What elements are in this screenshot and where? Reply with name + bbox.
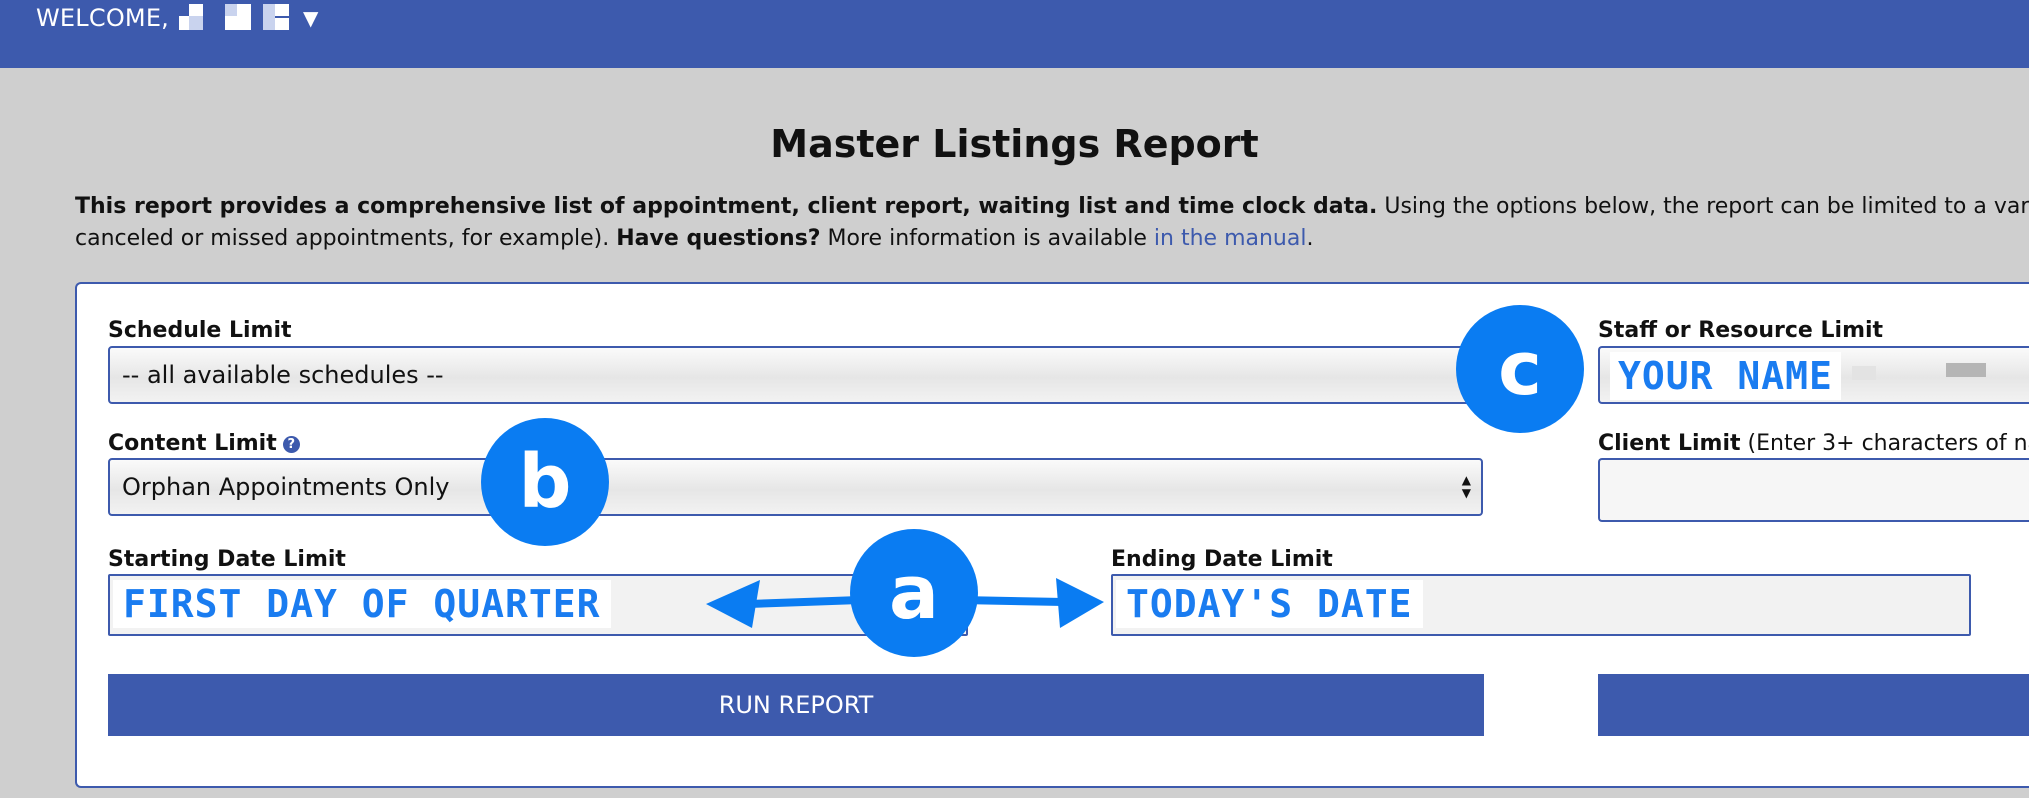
starting-date-label: Starting Date Limit — [108, 547, 346, 572]
manual-link[interactable]: in the manual — [1154, 226, 1307, 251]
staff-limit-value: YOUR NAME — [1610, 352, 1841, 400]
intro-period: . — [1306, 226, 1314, 251]
welcome-label: WELCOME, — [36, 4, 170, 32]
client-limit-hint: (Enter 3+ characters of name — [1747, 431, 2029, 456]
help-icon[interactable]: ? — [282, 436, 300, 453]
intro-text: Using the options below, the report can … — [1384, 194, 2029, 219]
client-limit-input[interactable] — [1598, 458, 2029, 522]
client-limit-label: Client Limit (Enter 3+ characters of nam… — [1598, 431, 2029, 456]
page-title: Master Listings Report — [770, 122, 1259, 166]
schedule-limit-value: -- all available schedules -- — [122, 361, 444, 389]
chevron-down-icon[interactable]: ▼ — [303, 6, 319, 30]
annotation-a-badge: a — [850, 529, 978, 657]
content-limit-label: Content Limit? — [108, 431, 300, 456]
redacted-text — [1852, 366, 1876, 380]
content-limit-value: Orphan Appointments Only — [122, 473, 450, 501]
run-report-button[interactable]: RUN REPORT — [108, 674, 1484, 736]
secondary-button[interactable] — [1598, 674, 2029, 736]
content-limit-select[interactable]: Orphan Appointments Only ▲ ▼ — [108, 458, 1483, 516]
intro-bold-text: This report provides a comprehensive lis… — [75, 194, 1378, 219]
report-description: This report provides a comprehensive lis… — [75, 191, 2029, 255]
ending-date-value: TODAY'S DATE — [1116, 580, 1423, 628]
select-arrows-icon: ▲ ▼ — [1461, 473, 1471, 500]
schedule-limit-label: Schedule Limit — [108, 318, 292, 343]
intro-text-more: More information is available — [820, 226, 1154, 251]
intro-text-line2: canceled or missed appointments, for exa… — [75, 226, 617, 251]
ending-date-label: Ending Date Limit — [1111, 547, 1333, 572]
top-bar: WELCOME, ▼ — [0, 0, 2029, 68]
content-limit-label-text: Content Limit — [108, 431, 277, 456]
user-menu[interactable]: WELCOME, ▼ — [36, 4, 319, 32]
annotation-c-badge: c — [1456, 305, 1584, 433]
redacted-name-block — [263, 4, 291, 32]
questions-bold-text: Have questions? — [616, 226, 821, 251]
redacted-name-block — [179, 4, 207, 32]
schedule-limit-select[interactable]: -- all available schedules -- — [108, 346, 1483, 404]
client-limit-label-text: Client Limit — [1598, 431, 1741, 456]
redacted-name-block — [225, 4, 253, 32]
redacted-text — [1946, 363, 1986, 377]
annotation-b-badge: b — [481, 418, 609, 546]
staff-limit-label: Staff or Resource Limit — [1598, 318, 1884, 343]
starting-date-value: FIRST DAY OF QUARTER — [113, 580, 611, 628]
